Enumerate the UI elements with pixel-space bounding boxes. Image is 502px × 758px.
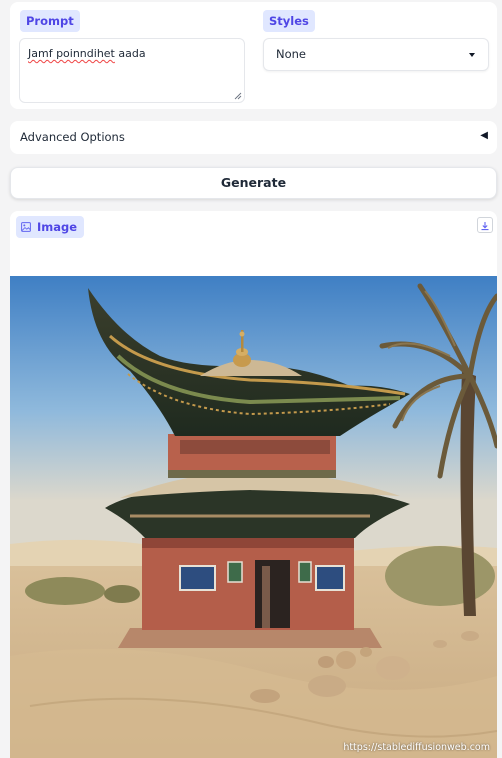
generated-image xyxy=(10,276,497,758)
styles-selected-value: None xyxy=(276,47,307,61)
image-icon xyxy=(21,222,31,232)
prompt-text-rest: aada xyxy=(114,47,146,60)
generate-button[interactable]: Generate xyxy=(10,167,497,199)
output-image-panel: Image https://stablediffusionweb.com xyxy=(10,211,497,758)
image-label: Image xyxy=(37,220,78,234)
prompt-styles-panel: Prompt Styles Jamf poinndihet aada None xyxy=(10,2,497,109)
watermark-text: https://stablediffusionweb.com xyxy=(343,742,490,753)
prompt-text-misspelled: Jamf poinndihet xyxy=(28,47,115,60)
prompt-label: Prompt xyxy=(20,10,80,32)
styles-dropdown[interactable]: None xyxy=(263,38,489,71)
collapse-toggle-icon[interactable]: ◀ xyxy=(480,130,488,141)
advanced-options-accordion[interactable]: Advanced Options ◀ xyxy=(10,121,497,154)
download-button[interactable] xyxy=(477,217,493,233)
download-icon xyxy=(481,222,489,231)
resize-handle-icon[interactable] xyxy=(234,92,242,100)
prompt-textarea[interactable]: Jamf poinndihet aada xyxy=(19,38,245,103)
image-label-chip: Image xyxy=(16,216,85,238)
styles-label: Styles xyxy=(263,10,315,32)
advanced-options-label: Advanced Options xyxy=(20,130,125,144)
dropdown-caret-icon xyxy=(469,53,475,57)
